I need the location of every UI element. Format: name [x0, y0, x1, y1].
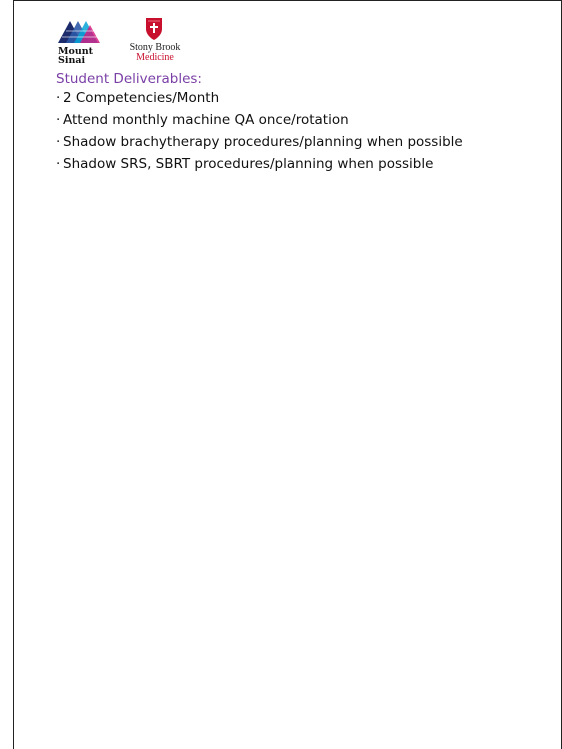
- bullet-icon: ·: [56, 156, 61, 172]
- list-item-text: Shadow SRS, SBRT procedures/planning whe…: [63, 156, 434, 172]
- deliverables-list: · 2 Competencies/Month · Attend monthly ma…: [56, 89, 546, 174]
- bullet-icon: ·: [56, 90, 61, 106]
- list-item: · 2 Competencies/Month: [56, 89, 546, 108]
- list-item-text: 2 Competencies/Month: [63, 90, 220, 106]
- stony-brook-logo: Stony Brook Medicine: [122, 17, 202, 77]
- mount-sinai-logo-icon: [58, 21, 100, 43]
- mount-sinai-logo: Mount Sinai: [58, 17, 106, 77]
- header-logos: Mount Sinai Stony Brook Medicine: [58, 17, 258, 77]
- mount-sinai-wordmark: Mount Sinai: [58, 46, 94, 66]
- list-item: · Attend monthly machine QA once/rotation: [56, 111, 546, 130]
- list-item: · Shadow brachytherapy procedures/plannin…: [56, 133, 546, 152]
- section-heading: Student Deliverables:: [56, 71, 202, 87]
- bullet-icon: ·: [56, 134, 61, 150]
- document-page: Mount Sinai Stony Brook Medicine Student…: [13, 0, 562, 749]
- stony-brook-medicine-wordmark: Medicine: [136, 52, 174, 63]
- stony-brook-shield-icon: [146, 18, 162, 40]
- list-item-text: Attend monthly machine QA once/rotation: [63, 112, 349, 128]
- list-item-text: Shadow brachytherapy procedures/planning…: [63, 134, 463, 150]
- list-item: · Shadow SRS, SBRT procedures/planning wh…: [56, 155, 546, 174]
- deliverables-section: Student Deliverables: · 2 Competencies/Mo…: [56, 70, 546, 177]
- bullet-icon: ·: [56, 112, 61, 128]
